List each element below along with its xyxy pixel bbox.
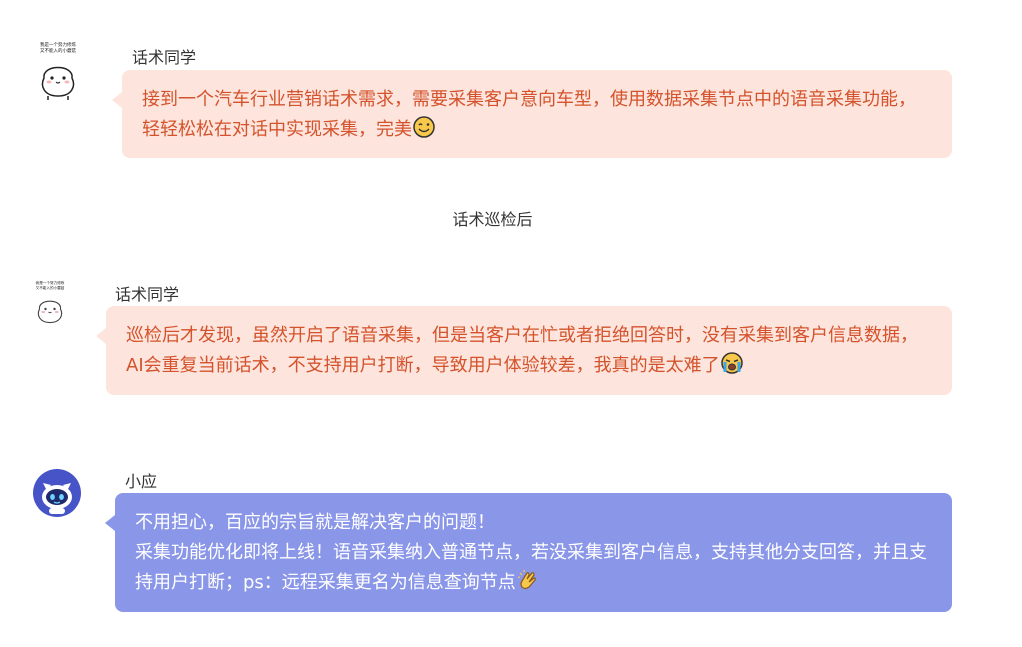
message-text: 接到一个汽车行业营销话术需求，需要采集客户意向车型，使用数据采集节点中的语音采集…	[142, 89, 916, 140]
sender-avatar-sticker: 我是一个努力修炼 又不能入的小蘑菇	[33, 280, 67, 330]
sender-name: 话术同学	[115, 285, 180, 304]
message-bubble: 巡检后才发现，虽然开启了语音采集，但是当客户在忙或者拒绝回答时，没有采集到客户信…	[96, 306, 952, 395]
sticker-caption-line: 我是一个努力修炼	[35, 280, 65, 285]
message-bubble: 接到一个汽车行业营销话术需求，需要采集客户意向车型，使用数据采集节点中的语音采集…	[112, 70, 952, 158]
mushroom-character-icon	[41, 66, 75, 100]
sticker-caption-line: 又不能入的小蘑菇	[35, 285, 65, 290]
clapping-hands-emoji-icon	[517, 569, 539, 601]
robot-avatar	[33, 469, 81, 517]
sticker-caption-line: 我是一个努力修炼	[39, 42, 76, 48]
crying-emoji-icon	[720, 352, 743, 384]
mushroom-character-icon	[37, 300, 63, 324]
sender-name: 话术同学	[132, 48, 197, 67]
robot-mascot-icon	[33, 469, 81, 517]
message-text: 巡检后才发现，虽然开启了语音采集，但是当客户在忙或者拒绝回答时，没有采集到客户信…	[126, 325, 918, 376]
message-text-line: 不用担心，百应的宗旨就是解决客户的问题！	[135, 512, 495, 533]
message-bubble: 不用担心，百应的宗旨就是解决客户的问题！ 采集功能优化即将上线！语音采集纳入普通…	[105, 493, 952, 612]
section-divider-label: 话术巡检后	[452, 210, 533, 229]
sticker-caption-line: 又不能入的小蘑菇	[39, 48, 76, 54]
sender-avatar-sticker: 我是一个努力修炼 又不能入的小蘑菇	[35, 42, 81, 102]
smile-emoji-icon	[413, 116, 435, 148]
sender-name: 小应	[125, 472, 158, 491]
